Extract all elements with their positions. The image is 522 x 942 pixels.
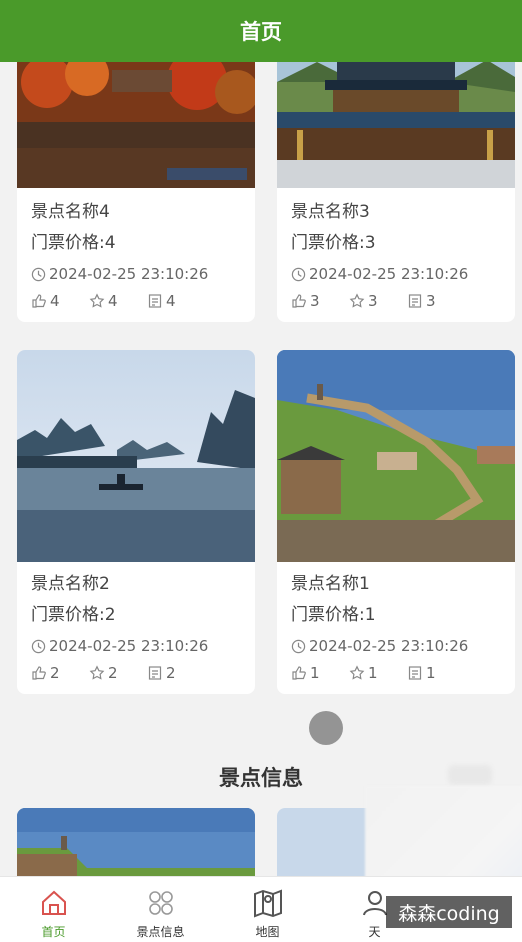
- attraction-card[interactable]: 景点名称1 门票价格:1 2024-02-25 23:10:26 1 1 1: [277, 350, 515, 694]
- attraction-name: 景点名称4: [31, 202, 110, 222]
- ticket-price: 门票价格:2: [31, 605, 116, 625]
- attraction-name: 景点名称1: [291, 574, 370, 594]
- clock-icon: [31, 267, 46, 281]
- like-count[interactable]: 2: [31, 664, 89, 682]
- thumb-up-icon: [292, 666, 306, 680]
- like-count[interactable]: 4: [31, 292, 89, 310]
- publish-time: 2024-02-25 23:10:26: [31, 632, 241, 660]
- favorite-count[interactable]: 4: [89, 292, 147, 310]
- attraction-image: [277, 350, 515, 562]
- tab-attractions[interactable]: 景点信息: [107, 877, 214, 942]
- star-icon: [349, 293, 365, 308]
- home-icon: [41, 890, 66, 915]
- document-icon: [408, 666, 422, 680]
- clock-icon: [291, 267, 306, 281]
- time-text: 2024-02-25 23:10:26: [49, 637, 209, 655]
- publish-time: 2024-02-25 23:10:26: [291, 260, 501, 288]
- attraction-card[interactable]: 景点名称4 门票价格:4 2024-02-25 23:10:26 4 4 4: [17, 62, 255, 322]
- attraction-image: [17, 62, 255, 188]
- attraction-image: [17, 350, 255, 562]
- tab-home[interactable]: 首页: [0, 877, 107, 942]
- document-icon: [148, 666, 162, 680]
- page-header: 首页: [0, 0, 522, 62]
- view-count: 2: [147, 664, 205, 682]
- attraction-name: 景点名称3: [291, 202, 370, 222]
- document-icon: [408, 294, 422, 308]
- tab-label: 景点信息: [136, 925, 185, 939]
- ticket-price: 门票价格:4: [31, 233, 116, 253]
- favorite-count[interactable]: 2: [89, 664, 147, 682]
- thumb-up-icon: [292, 294, 306, 308]
- document-icon: [148, 294, 162, 308]
- time-text: 2024-02-25 23:10:26: [309, 637, 469, 655]
- time-text: 2024-02-25 23:10:26: [49, 265, 209, 283]
- tab-label: 天: [368, 925, 381, 939]
- tab-map[interactable]: 地图: [214, 877, 321, 942]
- thumb-up-icon: [32, 294, 46, 308]
- pagination-dot[interactable]: [309, 711, 343, 745]
- publish-time: 2024-02-25 23:10:26: [31, 260, 241, 288]
- star-icon: [349, 665, 365, 680]
- ticket-price: 门票价格:3: [291, 233, 376, 253]
- tab-label: 地图: [255, 925, 280, 939]
- like-count[interactable]: 1: [291, 664, 349, 682]
- attraction-card[interactable]: 景点名称2 门票价格:2 2024-02-25 23:10:26 2 2 2: [17, 350, 255, 694]
- thumb-up-icon: [32, 666, 46, 680]
- grid-icon: [148, 891, 173, 915]
- view-count: 1: [407, 664, 465, 682]
- clock-icon: [291, 639, 306, 653]
- tab-label: 首页: [41, 925, 66, 939]
- attraction-card[interactable]: 景点名称3 门票价格:3 2024-02-25 23:10:26 3 3 3: [277, 62, 515, 322]
- publish-time: 2024-02-25 23:10:26: [291, 632, 501, 660]
- ticket-price: 门票价格:1: [291, 605, 376, 625]
- favorite-count[interactable]: 3: [349, 292, 407, 310]
- clock-icon: [31, 639, 46, 653]
- watermark: 森森coding: [386, 896, 512, 928]
- attraction-image: [277, 62, 515, 188]
- scroll-viewport[interactable]: 景点名称4 门票价格:4 2024-02-25 23:10:26 4 4 4 景…: [0, 62, 522, 876]
- attraction-card[interactable]: [17, 808, 255, 876]
- page-title: 首页: [240, 20, 282, 44]
- star-icon: [89, 293, 105, 308]
- attraction-image: [17, 808, 255, 876]
- favorite-count[interactable]: 1: [349, 664, 407, 682]
- view-count: 4: [147, 292, 205, 310]
- like-count[interactable]: 3: [291, 292, 349, 310]
- attraction-name: 景点名称2: [31, 574, 110, 594]
- view-count: 3: [407, 292, 465, 310]
- more-link-placeholder: [448, 765, 492, 785]
- time-text: 2024-02-25 23:10:26: [309, 265, 469, 283]
- star-icon: [89, 665, 105, 680]
- map-icon: [253, 889, 282, 918]
